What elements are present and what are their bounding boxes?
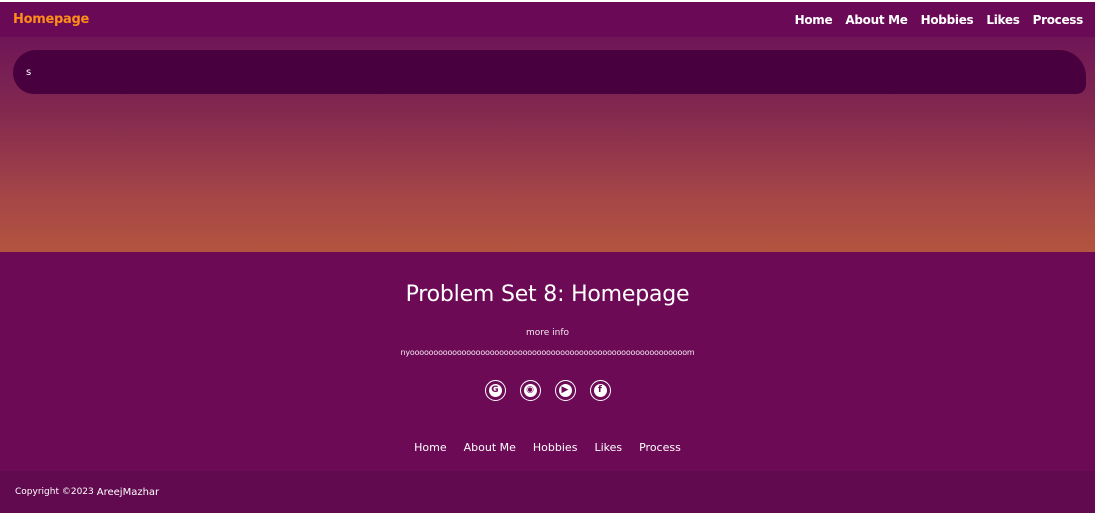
youtube-link[interactable]: ▶ bbox=[554, 380, 576, 401]
google-link[interactable]: G bbox=[484, 380, 506, 401]
hero-pill-banner: s bbox=[13, 50, 1086, 94]
hero-section: s bbox=[0, 37, 1095, 252]
discord-link[interactable]: ◉ bbox=[519, 380, 541, 401]
footer-link-likes[interactable]: Likes bbox=[594, 441, 622, 454]
nav-link-about-me[interactable]: About Me bbox=[845, 13, 908, 27]
facebook-icon: f bbox=[593, 384, 607, 397]
social-links: G ◉ ▶ f bbox=[0, 380, 1095, 401]
copyright-author: AreejMazhar bbox=[96, 486, 160, 498]
youtube-icon: ▶ bbox=[558, 384, 572, 397]
nav-links: Home About Me Hobbies Likes Process bbox=[795, 13, 1084, 27]
footer-link-about-me[interactable]: About Me bbox=[464, 441, 516, 454]
copyright-bar: Copyright ©2023 AreejMazhar bbox=[0, 471, 1095, 513]
copyright-prefix: Copyright ©2023 bbox=[15, 487, 94, 497]
footer-link-home[interactable]: Home bbox=[414, 441, 446, 454]
nav-link-hobbies[interactable]: Hobbies bbox=[921, 13, 974, 27]
more-info-text: more info bbox=[525, 328, 570, 338]
footer-link-process[interactable]: Process bbox=[639, 441, 681, 454]
top-navbar: Homepage Home About Me Hobbies Likes Pro… bbox=[0, 0, 1095, 37]
brand-logo-link[interactable]: Homepage bbox=[13, 12, 89, 27]
nav-link-process[interactable]: Process bbox=[1033, 13, 1084, 27]
pill-text: s bbox=[26, 66, 32, 78]
footer-nav: Home About Me Hobbies Likes Process bbox=[0, 441, 1095, 454]
footer-link-hobbies[interactable]: Hobbies bbox=[533, 441, 578, 454]
google-icon: G bbox=[488, 384, 502, 397]
footer-title: Problem Set 8: Homepage bbox=[405, 282, 690, 307]
nav-link-home[interactable]: Home bbox=[795, 13, 833, 27]
facebook-link[interactable]: f bbox=[589, 380, 611, 401]
nyo-text: nyoooooooooooooooooooooooooooooooooooooo… bbox=[400, 348, 695, 357]
discord-icon: ◉ bbox=[523, 384, 537, 397]
footer: Problem Set 8: Homepage more info nyoooo… bbox=[0, 252, 1095, 471]
nav-link-likes[interactable]: Likes bbox=[986, 13, 1020, 27]
